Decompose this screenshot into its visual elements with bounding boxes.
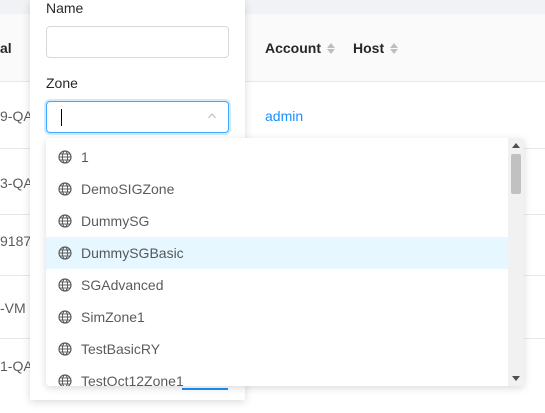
sort-icon[interactable]: [327, 42, 335, 54]
zone-option[interactable]: 1: [46, 141, 508, 173]
column-header-partial: al: [0, 40, 12, 56]
zone-option[interactable]: DummySGBasic: [46, 237, 508, 269]
name-input[interactable]: [46, 26, 229, 58]
globe-icon: [58, 342, 72, 356]
column-header-account[interactable]: Account: [265, 40, 335, 56]
account-link[interactable]: admin: [265, 108, 303, 124]
globe-icon: [58, 150, 72, 164]
globe-icon: [58, 278, 72, 292]
scroll-down-arrow-icon[interactable]: [512, 376, 520, 381]
zone-option-label: SGAdvanced: [81, 277, 164, 293]
zone-label: Zone: [46, 75, 78, 91]
text-caret: [61, 109, 62, 126]
scrollbar-thumb[interactable]: [511, 154, 521, 194]
zone-option-label: DummySGBasic: [81, 245, 184, 261]
globe-icon: [58, 374, 72, 386]
chevron-up-icon: [208, 113, 216, 119]
zone-option-label: SimZone1: [81, 309, 145, 325]
row-fragment: -VM: [0, 300, 26, 316]
zone-dropdown: 1 DemoSIGZone DummySG DummySGBasic SGAdvance…: [46, 138, 524, 386]
row-fragment: 1-QA: [0, 358, 33, 374]
globe-icon: [58, 214, 72, 228]
name-label: Name: [46, 0, 84, 16]
zone-option[interactable]: TestBasicRY: [46, 333, 508, 365]
globe-icon: [58, 182, 72, 196]
column-header-partial-label: al: [0, 40, 12, 56]
row-fragment: 9-QA: [0, 108, 33, 124]
zone-select[interactable]: [46, 101, 229, 133]
zone-option-label: 1: [81, 149, 89, 165]
button-edge: [182, 386, 228, 390]
column-header-account-label: Account: [265, 40, 321, 56]
zone-option-label: DummySG: [81, 213, 150, 229]
zone-option[interactable]: DummySG: [46, 205, 508, 237]
zone-option[interactable]: SimZone1: [46, 301, 508, 333]
zone-option[interactable]: TestOct12Zone1: [46, 365, 508, 386]
zone-option-label: TestBasicRY: [81, 341, 161, 357]
dropdown-scrollbar[interactable]: [508, 138, 524, 386]
globe-icon: [58, 310, 72, 324]
column-header-host-label: Host: [353, 40, 385, 56]
column-header-host[interactable]: Host: [353, 40, 399, 56]
row-fragment: 3-QA: [0, 175, 33, 191]
zone-option[interactable]: DemoSIGZone: [46, 173, 508, 205]
globe-icon: [58, 246, 72, 260]
scroll-up-arrow-icon[interactable]: [512, 143, 520, 148]
sort-icon[interactable]: [390, 42, 399, 54]
zone-option-label: DemoSIGZone: [81, 181, 175, 197]
zone-option-label: TestOct12Zone1: [81, 373, 184, 386]
zone-option[interactable]: SGAdvanced: [46, 269, 508, 301]
